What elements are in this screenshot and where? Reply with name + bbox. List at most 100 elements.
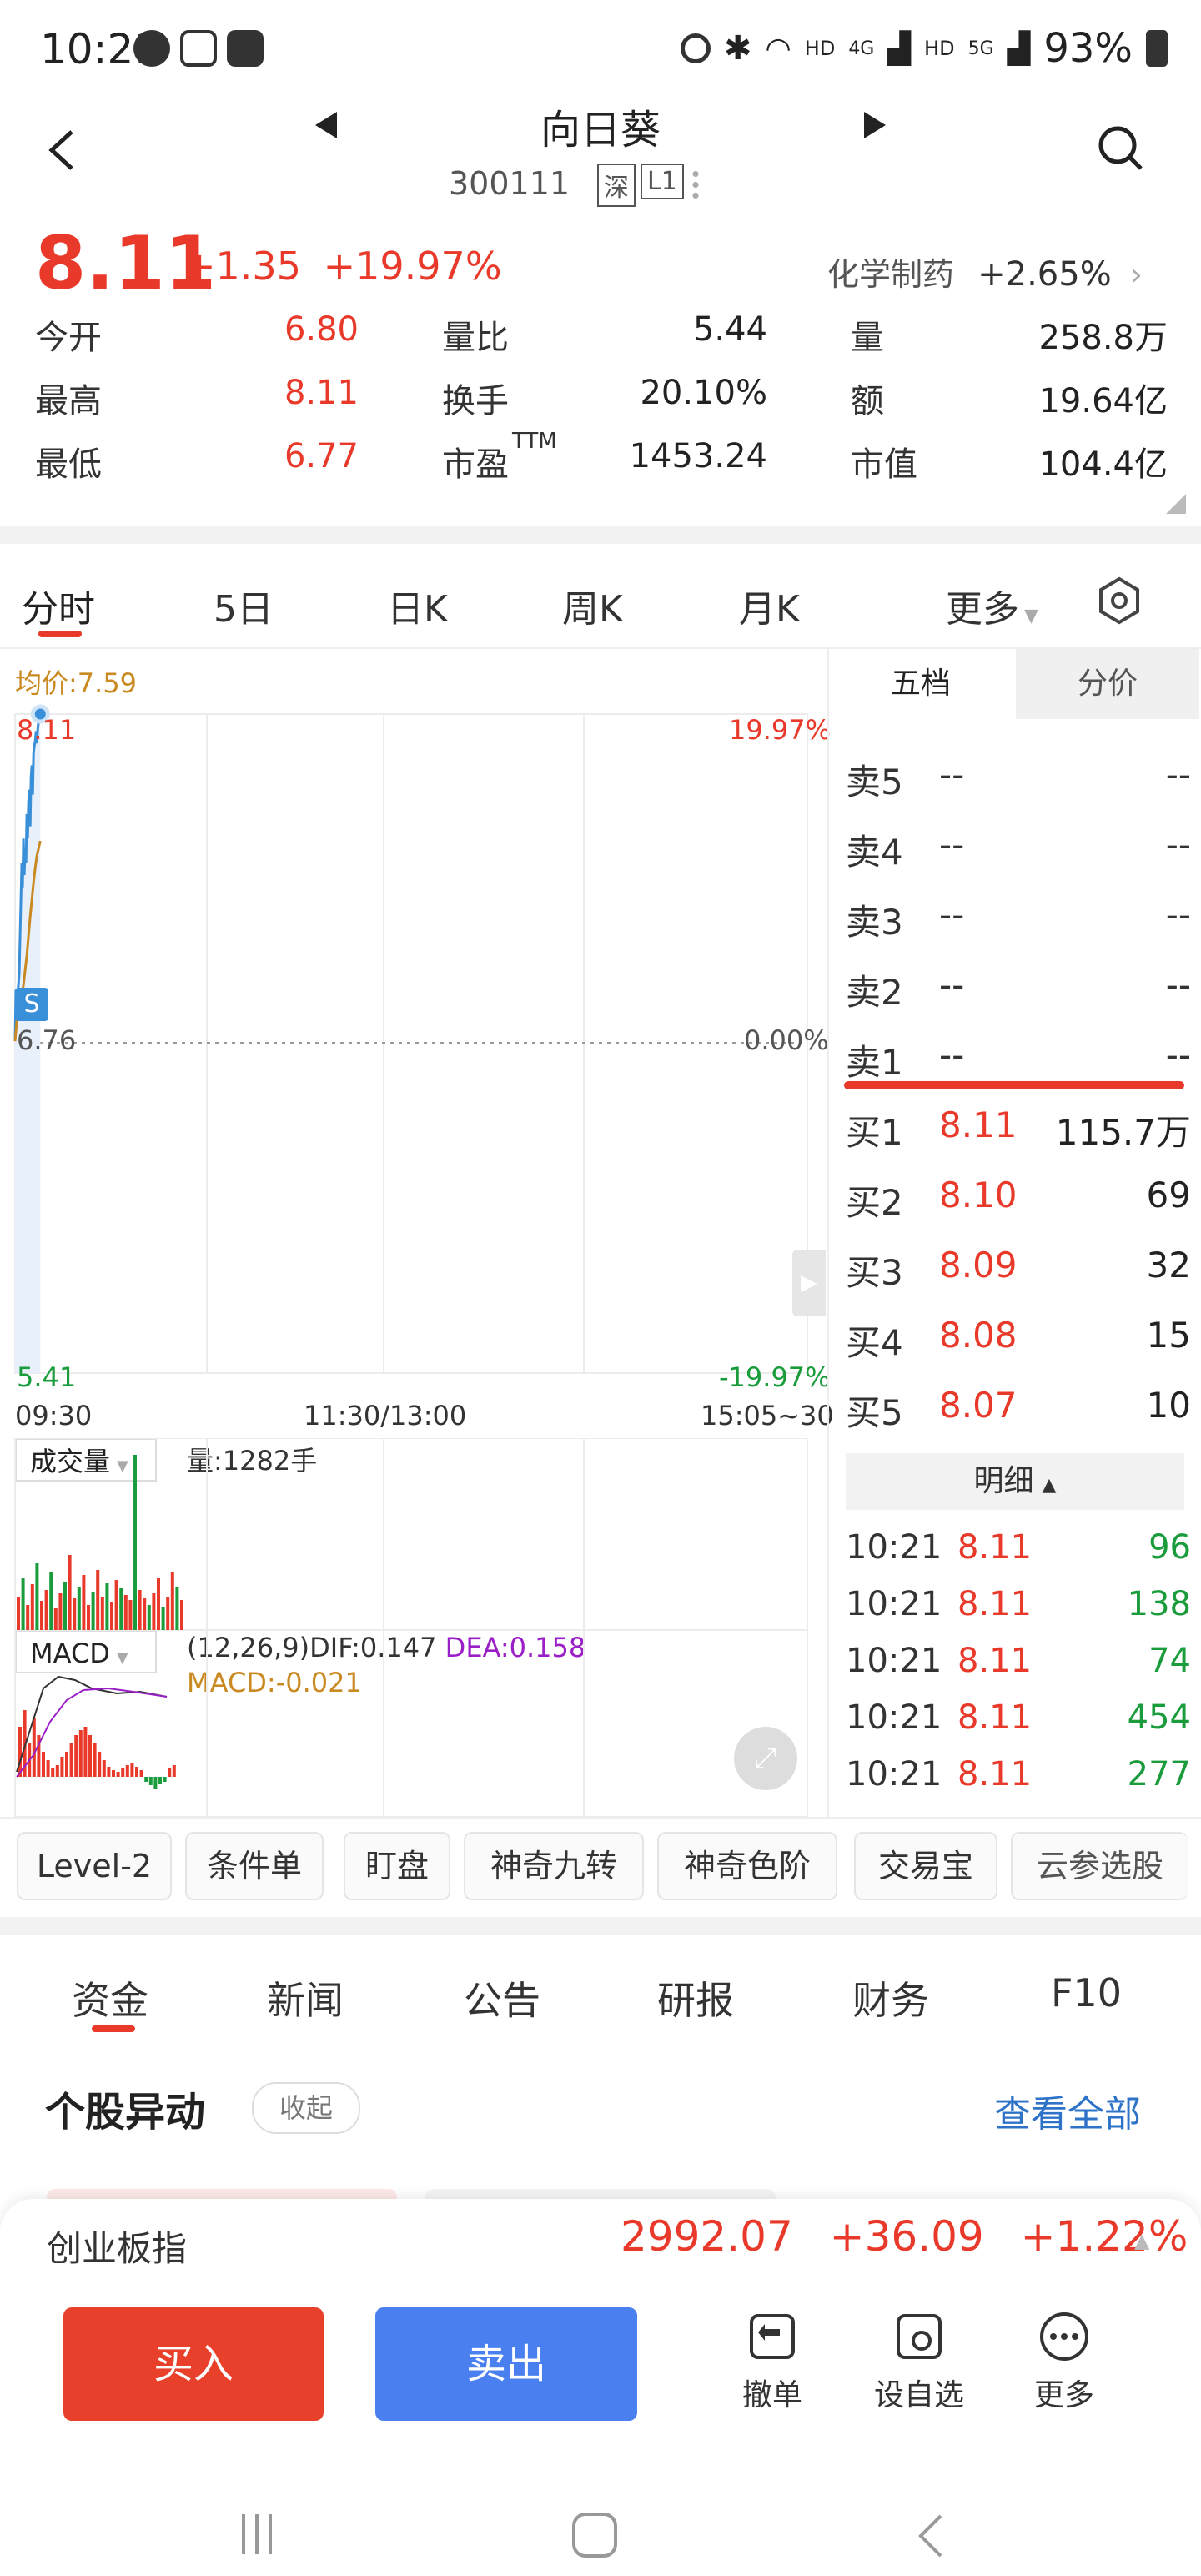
tool-button[interactable]: 云参选股 [1011, 1832, 1188, 1900]
tool-button[interactable]: 交易宝 [854, 1832, 997, 1900]
level-price: 8.08 [939, 1315, 1018, 1356]
macd-bar [148, 1777, 153, 1785]
macd-bar [98, 1752, 102, 1777]
tab-five-levels[interactable]: 五档 [829, 649, 1013, 719]
order-book: 五档 分价 卖5 -- -- 卖4 -- -- 卖3 -- -- 卖2 -- -- 卖1… [829, 649, 1201, 1817]
level-label: 买4 [846, 1322, 903, 1363]
tab-weekly-k[interactable]: 周K [562, 579, 623, 632]
macd-bar [51, 1768, 55, 1777]
cancel-order-action[interactable]: 撤单 [714, 2311, 831, 2414]
tab-daily-k[interactable]: 日K [387, 579, 448, 632]
level-price: -- [939, 824, 965, 865]
volume-bar [73, 1598, 77, 1630]
tab-intraday[interactable]: 分时 [22, 579, 95, 632]
stock-header: 向日葵 300111 深 L1 [0, 92, 1201, 217]
buy-button[interactable]: 买入 [63, 2307, 324, 2421]
detail-toggle[interactable]: 明细 ▲ [846, 1453, 1184, 1510]
tab-news[interactable]: 新闻 [267, 1970, 344, 2025]
tick-volume: 96 [1148, 1528, 1191, 1567]
tab-finance[interactable]: 财务 [852, 1970, 929, 2025]
divider [0, 1917, 1201, 1935]
bottom-trade-bar: 创业板指 2992.07 +36.09 +1.22% ▲ 买入 卖出 撤单 设自… [0, 2199, 1201, 2576]
level-price: 8.09 [939, 1245, 1018, 1285]
sector-link[interactable]: 化学制药 +2.65% › [827, 249, 1143, 294]
tab-research[interactable]: 研报 [657, 1970, 734, 2025]
tool-button[interactable]: 神奇色阶 [657, 1832, 837, 1900]
bluetooth-icon: ✱ [723, 29, 752, 68]
macd-bar [168, 1768, 172, 1777]
quote-label: 最低 [35, 445, 102, 484]
back-nav-icon[interactable] [914, 2513, 947, 2559]
tool-button[interactable]: 条件单 [185, 1832, 324, 1900]
caret-down-icon: ▼ [1024, 606, 1038, 626]
quote-label-sup: TTM [512, 429, 557, 454]
index-value: 2992.07 [621, 2212, 793, 2261]
y-bottom-label: 5.41 [17, 1361, 77, 1393]
more-action[interactable]: 更多 [1006, 2311, 1123, 2414]
recent-apps-icon[interactable] [242, 2514, 282, 2554]
level-price: 8.07 [939, 1385, 1018, 1426]
level-label: 买1 [846, 1112, 903, 1153]
volume-bar [133, 1455, 137, 1630]
macd-bar [93, 1743, 97, 1777]
tick-volume: 277 [1127, 1755, 1191, 1794]
tool-button[interactable]: 神奇九转 [464, 1832, 644, 1900]
search-icon[interactable] [1098, 125, 1144, 172]
tool-button[interactable]: Level-2 [17, 1832, 172, 1900]
stock-name: 向日葵 [540, 107, 661, 153]
level-volume: 69 [1146, 1175, 1191, 1215]
quote-value: 6.77 [284, 437, 359, 475]
add-watchlist-action[interactable]: 设自选 [861, 2311, 977, 2414]
volume-bar [26, 1605, 30, 1630]
sell-button[interactable]: 卖出 [375, 2307, 637, 2421]
view-all-link[interactable]: 查看全部 [994, 2084, 1141, 2137]
tool-button[interactable]: 盯盘 [344, 1832, 450, 1900]
s-marker: S [15, 988, 48, 1021]
collapse-button[interactable]: 收起 [252, 2082, 360, 2134]
volume-bar [100, 1597, 104, 1630]
fullscreen-icon[interactable]: ⤢ [734, 1727, 797, 1790]
quote-value: 8.11 [284, 374, 359, 412]
battery-percent: 93% [1043, 25, 1133, 72]
home-icon[interactable] [572, 2513, 617, 2558]
volume-bar [138, 1590, 142, 1630]
expand-panel-handle[interactable]: ▶ [792, 1250, 826, 1316]
expand-corner-icon[interactable] [1166, 494, 1186, 514]
tab-announcements[interactable]: 公告 [464, 1970, 540, 2025]
macd-bar [102, 1760, 106, 1777]
volume-bar [68, 1555, 72, 1630]
tab-more[interactable]: 更多 ▼ [946, 579, 1038, 632]
more-dots-icon[interactable] [692, 169, 699, 200]
signal-4g-label: 4G [848, 38, 875, 59]
cancel-order-icon [750, 2314, 795, 2359]
wifi-icon: ◠ [765, 31, 791, 66]
tab-underline [92, 2025, 135, 2032]
tab-monthly-k[interactable]: 月K [739, 579, 800, 632]
gallery-icon [227, 30, 264, 67]
macd-bar [144, 1777, 148, 1782]
tab-f10[interactable]: F10 [1051, 1970, 1122, 2015]
macd-bar [107, 1767, 111, 1777]
signal-bars-icon: ▟ [887, 31, 912, 66]
volume-bar [128, 1600, 133, 1630]
tab-price-distribution[interactable]: 分价 [1016, 649, 1199, 719]
tab-5day[interactable]: 5日 [214, 579, 274, 632]
settings-hex-icon[interactable] [1094, 576, 1144, 626]
tab-capital[interactable]: 资金 [72, 1970, 148, 2025]
volume-bar [77, 1587, 81, 1630]
next-stock-icon[interactable] [864, 112, 886, 138]
index-name: 创业板指 [47, 2228, 188, 2269]
tick-price: 8.11 [957, 1642, 1033, 1680]
caret-up-icon[interactable]: ▲ [1134, 2229, 1149, 2252]
volume-bar [123, 1595, 128, 1630]
index-quote[interactable]: 2992.07 +36.09 +1.22% [621, 2212, 1188, 2261]
tick-price: 8.11 [957, 1755, 1033, 1794]
tick-volume: 74 [1148, 1642, 1191, 1680]
battery-icon [1146, 30, 1168, 67]
level-label: 卖2 [846, 972, 903, 1013]
tick-time: 10:21 [846, 1528, 942, 1567]
macd-bar [65, 1752, 68, 1777]
quote-label: 市盈 [442, 445, 509, 484]
index-percent: +1.22% [1020, 2212, 1188, 2261]
status-bar: 10:21 ✱ ◠ HD 4G ▟ HD 5G ▟ 93% [0, 0, 1201, 100]
